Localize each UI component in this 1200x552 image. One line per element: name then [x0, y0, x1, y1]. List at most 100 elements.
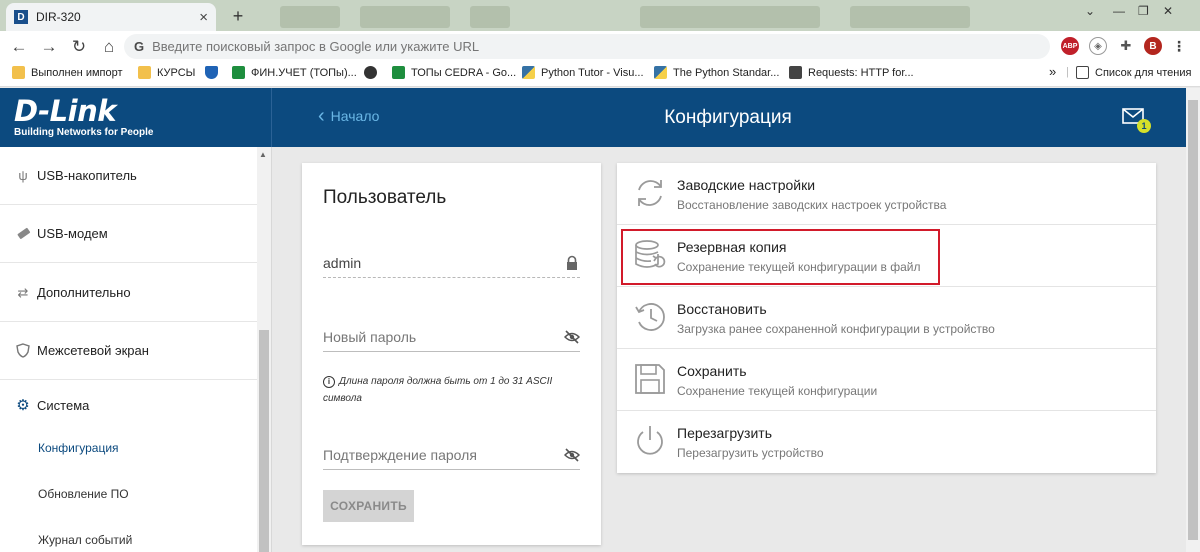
bookmark-item[interactable]: ТОПы CEDRA - Go... — [392, 66, 516, 79]
google-icon: G — [134, 39, 145, 54]
bookmark-label: Выполнен импорт — [31, 66, 123, 79]
folder-icon — [138, 66, 151, 79]
sidebar-subitem-event-log[interactable]: Журнал событий — [38, 533, 132, 547]
action-description: Загрузка ранее сохраненной конфигурации … — [677, 322, 995, 336]
background-decoration — [280, 6, 340, 28]
shield-extension-icon[interactable]: ◈ — [1089, 37, 1107, 55]
sidebar-item-advanced[interactable]: ⇄ Дополнительно — [0, 264, 257, 322]
new-password-field[interactable]: Новый пароль — [323, 322, 580, 352]
browser-toolbar: ← → ↻ ⌂ G ABP ◈ ✚ B ⋮ — [0, 31, 1200, 62]
eye-off-icon[interactable] — [564, 329, 580, 345]
bookmark-item[interactable]: КУРСЫ — [138, 66, 195, 79]
address-bar[interactable]: G — [124, 34, 1050, 59]
browser-menu-icon[interactable]: ⋮ — [1170, 37, 1188, 55]
back-to-home-link[interactable]: ‹ Начало — [318, 106, 379, 126]
action-reboot[interactable]: Перезагрузить Перезагрузить устройство — [617, 411, 1156, 473]
home-icon[interactable]: ⌂ — [94, 32, 124, 62]
action-restore[interactable]: Восстановить Загрузка ранее сохраненной … — [617, 287, 1156, 349]
page-scrollbar[interactable] — [1186, 88, 1200, 552]
bookmark-item[interactable] — [364, 66, 383, 79]
reload-icon[interactable]: ↻ — [64, 32, 94, 62]
page-title: Конфигурация — [664, 107, 792, 128]
bookmark-item[interactable]: The Python Standar... — [654, 66, 779, 79]
reset-icon — [638, 180, 662, 206]
sidebar-item-label: USB-модем — [37, 226, 108, 241]
logo-tagline: Building Networks for People — [14, 127, 154, 138]
sidebar-item-usb-modem[interactable]: USB-модем — [0, 205, 257, 263]
gear-icon: ⚙ — [16, 397, 30, 414]
history-icon — [635, 303, 665, 331]
browser-tab[interactable]: D DIR-320 × — [6, 3, 216, 31]
python-icon — [654, 66, 667, 79]
dlink-logo[interactable]: D-Link Building Networks for People — [0, 88, 272, 147]
sidebar-scroll-thumb[interactable] — [259, 330, 269, 552]
sidebar-item-system[interactable]: ⚙ Система — [0, 380, 257, 430]
backup-highlight-box — [621, 229, 940, 285]
bookmarks-overflow-button[interactable]: » — [1049, 64, 1056, 79]
password-hint: i Длина пароля должна быть от 1 до 31 ASC… — [323, 373, 573, 407]
user-panel-title: Пользователь — [323, 187, 447, 208]
configuration-actions-panel: Заводские настройки Восстановление завод… — [617, 163, 1156, 473]
python-icon — [522, 66, 535, 79]
adblock-extension-icon[interactable]: ABP — [1061, 37, 1079, 55]
action-factory-reset[interactable]: Заводские настройки Восстановление завод… — [617, 163, 1156, 225]
tab-title: DIR-320 — [36, 10, 81, 24]
action-description: Перезагрузить устройство — [677, 446, 824, 460]
bookmark-item[interactable]: ФИН.УЧЕТ (ТОПы)... — [232, 66, 357, 79]
bookmarks-divider: | — [1066, 66, 1069, 78]
sidebar-subitem-configuration[interactable]: Конфигурация — [38, 441, 119, 455]
username-field: admin — [323, 248, 580, 278]
scroll-up-icon[interactable]: ▲ — [259, 150, 267, 159]
save-password-button[interactable]: СОХРАНИТЬ — [323, 490, 414, 522]
background-decoration — [360, 6, 450, 28]
sidebar-item-label: Система — [37, 397, 90, 413]
confirm-password-field[interactable]: Подтверждение пароля — [323, 440, 580, 470]
extensions-puzzle-icon[interactable]: ✚ — [1117, 37, 1135, 55]
sidebar-item-label: Дополнительно — [37, 285, 131, 300]
tab-search-icon[interactable]: ⌄ — [1085, 4, 1095, 18]
floppy-icon — [635, 364, 665, 394]
bookmark-item[interactable]: Выполнен импорт — [12, 66, 123, 79]
sidebar-subitem-firmware-update[interactable]: Обновление ПО — [38, 487, 129, 501]
usb-icon: ψ — [18, 168, 28, 183]
profile-avatar[interactable]: B — [1144, 37, 1162, 55]
back-arrow-icon[interactable]: ← — [4, 32, 34, 62]
sidebar-item-label: USB-накопитель — [37, 168, 137, 183]
power-icon — [637, 426, 663, 455]
address-input[interactable] — [152, 39, 953, 54]
page-scroll-thumb[interactable] — [1188, 100, 1198, 540]
action-save[interactable]: Сохранить Сохранение текущей конфигураци… — [617, 349, 1156, 411]
restore-window-icon[interactable]: ❐ — [1138, 4, 1149, 18]
sidebar-item-firewall[interactable]: Межсетевой экран — [0, 322, 257, 380]
bookmark-item[interactable]: Python Tutor - Visu... — [522, 66, 644, 79]
bookmark-label: ТОПы CEDRA - Go... — [411, 66, 517, 79]
arrows-icon: ⇄ — [17, 284, 29, 300]
sidebar-item-usb-storage[interactable]: ψ USB-накопитель — [0, 147, 257, 205]
confirm-password-placeholder: Подтверждение пароля — [323, 446, 477, 463]
eye-off-icon[interactable] — [564, 447, 580, 463]
reading-list-label: Список для чтения — [1095, 66, 1192, 79]
reading-list-button[interactable]: Список для чтения — [1076, 66, 1191, 79]
new-tab-button[interactable]: + — [228, 6, 248, 26]
minimize-window-icon[interactable]: — — [1113, 4, 1125, 18]
router-header: D-Link Building Networks for People ‹ На… — [0, 88, 1186, 147]
action-title: Заводские настройки — [677, 177, 816, 193]
action-title: Перезагрузить — [677, 425, 772, 441]
close-tab-icon[interactable]: × — [199, 9, 208, 26]
bookmark-label: The Python Standar... — [673, 66, 780, 79]
action-title: Восстановить — [677, 301, 767, 317]
sidebar-item-label: Межсетевой экран — [37, 343, 149, 358]
browser-tab-strip: D DIR-320 × + ⌄ — ❐ ✕ — [0, 0, 1200, 31]
bookmark-item[interactable]: Requests: HTTP for... — [789, 66, 914, 79]
background-decoration — [470, 6, 510, 28]
bookmark-label: ФИН.УЧЕТ (ТОПы)... — [251, 66, 357, 79]
globe-icon — [364, 66, 377, 79]
bookmark-item[interactable] — [205, 66, 224, 79]
logo-text: D-Link — [14, 94, 117, 128]
forward-arrow-icon[interactable]: → — [34, 32, 64, 62]
close-window-icon[interactable]: ✕ — [1163, 4, 1173, 18]
reading-list-icon — [1076, 66, 1089, 79]
folder-icon — [12, 66, 25, 79]
sheets-icon — [392, 66, 405, 79]
modem-icon — [15, 226, 31, 242]
